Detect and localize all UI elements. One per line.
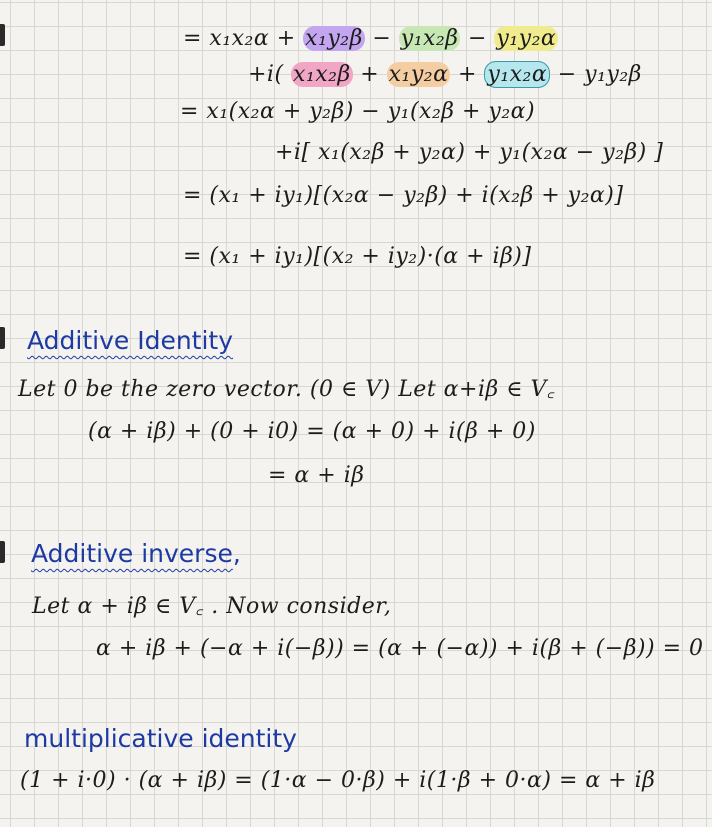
additive-identity-line-3: = α + iβ: [268, 463, 365, 488]
highlighted-term: y₁x₂β: [398, 26, 461, 51]
additive-identity-line-2: (α + iβ) + (0 + i0) = (α + 0) + i(β + 0): [88, 419, 536, 444]
derivation-line-2: +i( x₁x₂β + x₁y₂α + y₁x₂α − y₁y₂β: [248, 61, 642, 88]
highlighted-term: y₁y₂α: [494, 26, 559, 51]
highlighted-term: x₁y₂β: [303, 26, 365, 51]
additive-inverse-heading-row: Additive inverse,: [31, 539, 241, 568]
derivation-line-6: = (x₁ + iy₁)[(x₂ + iy₂)·(α + iβ)]: [183, 244, 532, 269]
additive-inverse-heading: Additive inverse: [31, 539, 233, 568]
derivation-line-4: +i[ x₁(x₂β + y₂α) + y₁(x₂α − y₂β) ]: [275, 140, 664, 165]
additive-inverse-line-1: Let α + iβ ∈ V꜀ . Now consider,: [32, 594, 392, 619]
boxed-term: y₁x₂α: [484, 61, 551, 88]
page-edge-tab: [0, 24, 5, 46]
highlighted-term: x₁y₂α: [386, 62, 451, 87]
derivation-line-3: = x₁(x₂α + y₂β) − y₁(x₂β + y₂α): [180, 99, 536, 124]
derivation-line-1: = x₁x₂α + x₁y₂β − y₁x₂β − y₁y₂α: [183, 26, 559, 51]
multiplicative-identity-line-1: (1 + i·0) · (α + iβ) = (1·α − 0·β) + i(1…: [20, 768, 656, 793]
additive-identity-line-1: Let 0 be the zero vector. (0 ∈ V) Let α+…: [18, 377, 555, 402]
derivation-line-5: = (x₁ + iy₁)[(x₂α − y₂β) + i(x₂β + y₂α)]: [183, 183, 624, 208]
page-edge-tab: [0, 327, 5, 349]
multiplicative-identity-heading: multiplicative identity: [24, 724, 297, 753]
highlighted-term: x₁x₂β: [291, 62, 353, 87]
additive-identity-heading: Additive Identity: [27, 326, 234, 355]
page-edge-tab: [0, 541, 5, 563]
additive-inverse-line-2: α + iβ + (−α + i(−β)) = (α + (−α)) + i(β…: [96, 636, 704, 661]
